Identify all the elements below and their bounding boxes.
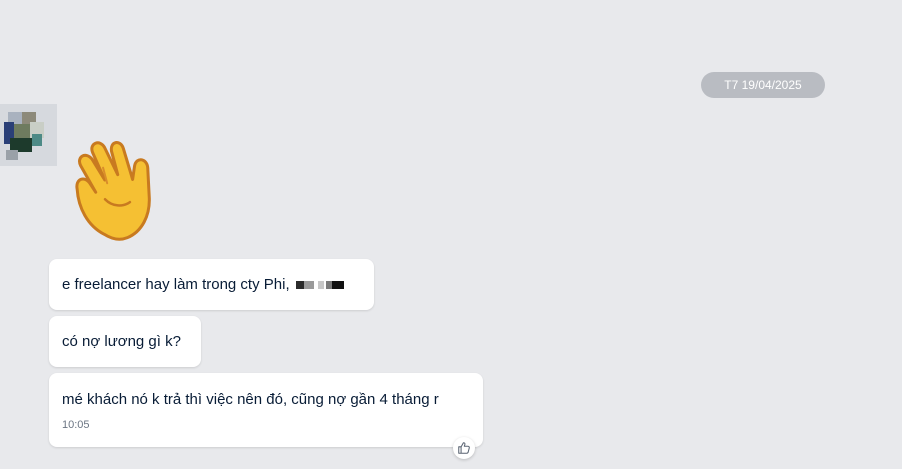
message-bubble[interactable]: có nợ lương gì k? [49,316,201,367]
waving-hand-emoji[interactable] [60,134,176,244]
sender-avatar[interactable] [0,104,57,166]
message-text: có nợ lương gì k? [62,333,181,350]
message-bubble[interactable]: mé khách nó k trả thì việc nên đó, cũng … [49,373,483,447]
message-text: mé khách nó k trả thì việc nên đó, cũng … [62,391,439,408]
message-timestamp: 10:05 [62,419,90,431]
redacted-name-icon [295,278,344,292]
thumbs-up-icon[interactable] [453,437,475,459]
message-text: e freelancer hay làm trong cty Phi, [62,276,290,293]
date-separator: T7 19/04/2025 [701,72,825,98]
message-bubble[interactable]: e freelancer hay làm trong cty Phi, [49,259,374,310]
